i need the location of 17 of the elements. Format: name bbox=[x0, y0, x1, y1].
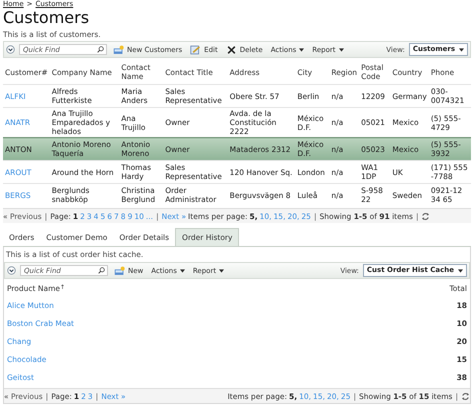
caret-icon bbox=[338, 48, 344, 52]
caret-icon bbox=[180, 268, 185, 272]
search-icon[interactable] bbox=[98, 267, 105, 274]
edit-form-icon bbox=[190, 44, 202, 54]
expand-icon[interactable] bbox=[7, 266, 16, 275]
caret-icon bbox=[219, 268, 224, 272]
delete-icon bbox=[226, 44, 237, 54]
page-title: Customers bbox=[3, 8, 90, 27]
caret-icon bbox=[458, 268, 463, 272]
search-icon[interactable] bbox=[97, 46, 104, 53]
expand-icon[interactable] bbox=[6, 45, 15, 54]
caret-icon bbox=[459, 48, 464, 52]
refresh-icon[interactable] bbox=[421, 212, 430, 220]
caret-icon bbox=[299, 48, 304, 52]
new-record-icon bbox=[113, 44, 124, 54]
refresh-icon[interactable] bbox=[461, 392, 470, 400]
new-record-icon bbox=[114, 266, 125, 276]
